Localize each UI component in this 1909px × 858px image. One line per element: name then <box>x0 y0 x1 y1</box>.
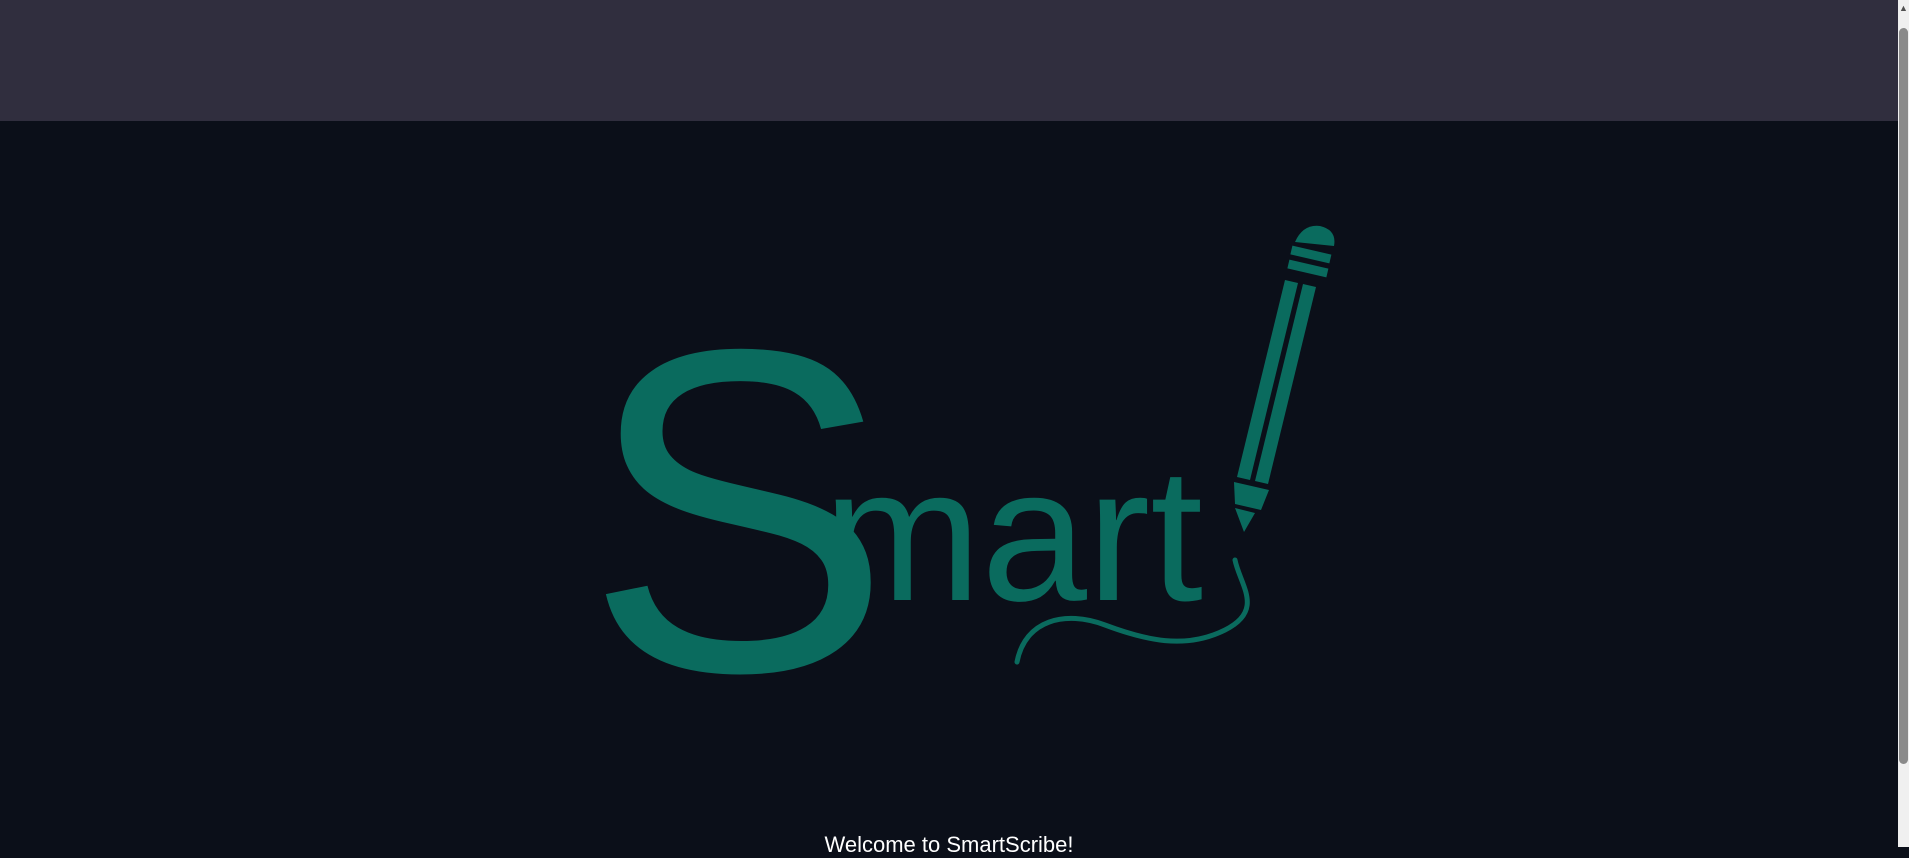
smart-logo: S mart <box>585 220 1335 690</box>
pencil-icon <box>1234 225 1335 532</box>
top-header-bar <box>0 0 1898 121</box>
chevron-up-icon[interactable]: ▲ <box>1899 1 1908 15</box>
logo-mart-letters: mart <box>823 429 1203 641</box>
welcome-message: Welcome to SmartScribe! <box>824 832 1074 857</box>
scrollbar-thumb[interactable] <box>1899 28 1908 764</box>
vertical-scrollbar[interactable]: ▲ <box>1898 0 1909 847</box>
